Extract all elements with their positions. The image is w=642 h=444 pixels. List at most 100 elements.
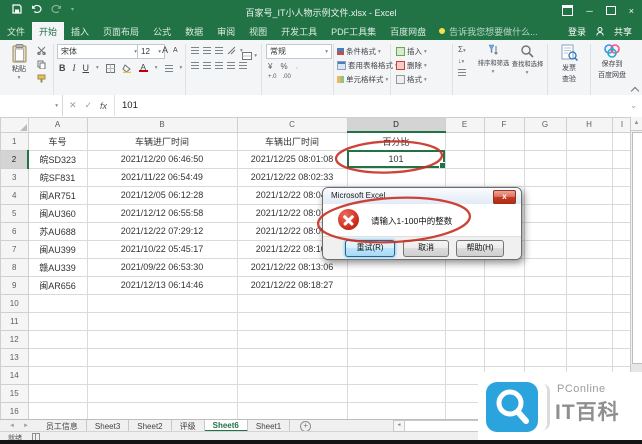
cell-D10[interactable] — [347, 294, 445, 312]
cell-H2[interactable] — [566, 150, 612, 168]
bold-button[interactable]: B — [59, 63, 66, 73]
format-cells-button[interactable]: 格式▾ — [396, 74, 427, 85]
cell-H8[interactable] — [566, 258, 612, 276]
collapse-ribbon-icon[interactable] — [631, 87, 639, 95]
currency-format-icon[interactable]: ¥ — [268, 62, 272, 71]
new-sheet-icon[interactable]: + — [300, 421, 311, 432]
row-header-13[interactable]: 13 — [1, 348, 29, 366]
cell-C10[interactable] — [237, 294, 347, 312]
row-header-11[interactable]: 11 — [1, 312, 29, 330]
increase-indent-icon[interactable] — [239, 62, 247, 69]
cell-B1[interactable]: 车辆进厂时间 — [87, 132, 237, 150]
cell-B4[interactable]: 2021/12/05 06:12:28 — [87, 186, 237, 204]
cell-F8[interactable] — [484, 258, 524, 276]
cell-I13[interactable] — [612, 348, 632, 366]
cell-G6[interactable] — [524, 222, 566, 240]
row-header-12[interactable]: 12 — [1, 330, 29, 348]
cell-C12[interactable] — [237, 330, 347, 348]
paste-button[interactable]: 粘贴 ▾ — [6, 44, 32, 81]
cell-A5[interactable]: 闽AU360 — [28, 204, 87, 222]
ribbon-display-options-icon[interactable] — [562, 5, 573, 16]
cell-G10[interactable] — [524, 294, 566, 312]
cell-D8[interactable] — [347, 258, 445, 276]
column-header-B[interactable]: B — [87, 118, 237, 133]
cell-F2[interactable] — [484, 150, 524, 168]
cell-E10[interactable] — [445, 294, 484, 312]
column-header-A[interactable]: A — [28, 118, 87, 133]
tab-view[interactable]: 视图 — [242, 22, 274, 40]
dialog-close-icon[interactable]: x — [493, 190, 516, 205]
font-color-icon[interactable]: A — [139, 64, 148, 72]
cell-G3[interactable] — [524, 168, 566, 186]
underline-dropdown[interactable]: ▾ — [96, 65, 99, 71]
column-header-D[interactable]: D — [347, 118, 445, 133]
cell-A7[interactable]: 闽AU399 — [28, 240, 87, 258]
vertical-scrollbar-thumb[interactable] — [632, 132, 642, 364]
cell-A13[interactable] — [28, 348, 87, 366]
cell-C16[interactable] — [237, 402, 347, 420]
paste-dropdown[interactable]: ▾ — [18, 75, 21, 81]
borders-icon[interactable] — [106, 64, 115, 73]
formula-bar-value[interactable]: 101 — [122, 100, 138, 111]
cell-B14[interactable] — [87, 366, 237, 384]
cell-G13[interactable] — [524, 348, 566, 366]
save-icon[interactable] — [12, 4, 22, 14]
sheet-nav-left-icon[interactable]: ◄ — [9, 423, 15, 429]
cell-C3[interactable]: 2021/12/22 08:02:33 — [237, 168, 347, 186]
cell-G11[interactable] — [524, 312, 566, 330]
formula-bar-expand-icon[interactable]: ⌄ — [630, 101, 637, 110]
cell-H4[interactable] — [566, 186, 612, 204]
cell-styles-button[interactable]: 单元格样式▾ — [337, 74, 388, 85]
save-to-netdisk-button[interactable]: 保存到 百度网盘 — [596, 44, 628, 80]
align-left-icon[interactable] — [191, 62, 199, 69]
cell-I12[interactable] — [612, 330, 632, 348]
cell-I4[interactable] — [612, 186, 632, 204]
cell-H6[interactable] — [566, 222, 612, 240]
scroll-up-icon[interactable]: ▲ — [631, 117, 642, 131]
cell-H12[interactable] — [566, 330, 612, 348]
cell-G8[interactable] — [524, 258, 566, 276]
cell-G1[interactable] — [524, 132, 566, 150]
cell-H7[interactable] — [566, 240, 612, 258]
cell-D2[interactable]: 101 — [347, 150, 445, 168]
formula-enter-icon[interactable]: ✓ — [84, 100, 92, 111]
cell-H11[interactable] — [566, 312, 612, 330]
row-header-6[interactable]: 6 — [1, 222, 29, 240]
cell-B13[interactable] — [87, 348, 237, 366]
cell-G5[interactable] — [524, 204, 566, 222]
font-name-select[interactable]: 宋体▾ — [57, 44, 141, 59]
cell-G9[interactable] — [524, 276, 566, 294]
invoice-check-button[interactable]: 发票 查验 — [555, 44, 583, 84]
cell-I6[interactable] — [612, 222, 632, 240]
cell-H9[interactable] — [566, 276, 612, 294]
column-header-G[interactable]: G — [524, 118, 566, 133]
sort-filter-button[interactable]: 排序和筛选 ▾ — [476, 44, 510, 75]
cell-D3[interactable] — [347, 168, 445, 186]
cell-A12[interactable] — [28, 330, 87, 348]
cell-G4[interactable] — [524, 186, 566, 204]
cell-F1[interactable] — [484, 132, 524, 150]
cell-E1[interactable] — [445, 132, 484, 150]
align-center-icon[interactable] — [203, 62, 211, 69]
sheet-nav-right-icon[interactable]: ► — [23, 423, 29, 429]
cell-C15[interactable] — [237, 384, 347, 402]
cell-I2[interactable] — [612, 150, 632, 168]
row-header-3[interactable]: 3 — [1, 168, 29, 186]
tell-me-box[interactable]: 告诉我您想要做什么... — [433, 22, 544, 40]
qat-customize-icon[interactable]: ▾ — [71, 6, 74, 13]
cell-F9[interactable] — [484, 276, 524, 294]
tab-insert[interactable]: 插入 — [64, 22, 96, 40]
italic-button[interactable]: I — [73, 63, 76, 73]
cell-F12[interactable] — [484, 330, 524, 348]
fill-color-icon[interactable] — [122, 64, 132, 73]
cell-D9[interactable] — [347, 276, 445, 294]
row-header-9[interactable]: 9 — [1, 276, 29, 294]
cell-E8[interactable] — [445, 258, 484, 276]
name-box-dropdown[interactable]: ▾ — [55, 103, 58, 109]
row-header-14[interactable]: 14 — [1, 366, 29, 384]
tab-home[interactable]: 开始 — [32, 22, 64, 40]
cell-H5[interactable] — [566, 204, 612, 222]
cell-B6[interactable]: 2021/12/22 07:29:12 — [87, 222, 237, 240]
phonetic-guide-icon[interactable] — [165, 65, 173, 72]
cell-H3[interactable] — [566, 168, 612, 186]
